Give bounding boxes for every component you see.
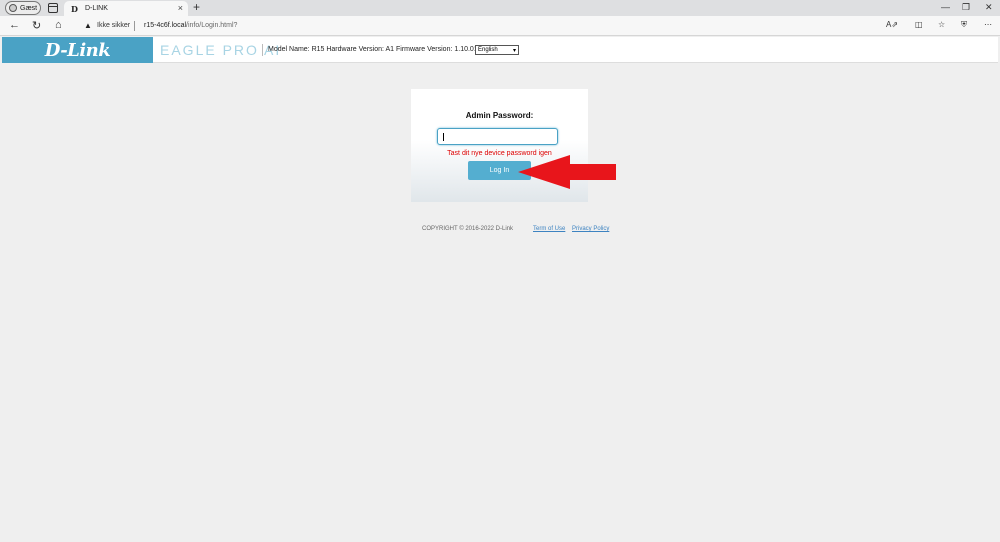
text-cursor [443,133,444,141]
favorites-icon[interactable]: ☆ [938,20,945,29]
guest-profile-button[interactable]: Gæst [5,1,41,15]
dlink-favicon-icon: D [71,3,78,14]
admin-password-label: Admin Password: [465,111,534,120]
new-tab-icon[interactable]: + [193,0,200,14]
password-input[interactable] [437,128,558,145]
language-select[interactable]: English ▾ [475,45,519,55]
copyright-text: COPYRIGHT © 2016-2022 D-Link [422,226,514,232]
url-host: r15-4c6f.local [144,22,187,29]
eagle-pro-ai-logo: EAGLE PRO AI [160,42,282,58]
tab-title: D-LINK [84,5,108,12]
chevron-down-icon: ▾ [512,47,516,54]
address-bar[interactable]: ▲ Ikke sikker r15-4c6f.local/info/Login.… [76,18,916,34]
logo-text: D-Link [44,39,111,61]
more-menu-icon[interactable]: ⋯ [984,20,992,29]
split-screen-icon[interactable]: ◫ [915,20,923,29]
guest-label: Gæst [20,4,38,12]
security-status[interactable]: Ikke sikker [97,22,130,29]
read-aloud-icon[interactable]: A⇗ [886,20,898,29]
shield-icon[interactable]: ⛨ [961,20,967,30]
minimize-icon[interactable]: — [941,2,950,12]
tab-close-icon[interactable]: × [178,3,183,13]
dlink-logo: D-Link [2,37,153,63]
browser-tab-bar: Gæst D D-LINK × + — ❐ ✕ [0,0,1000,16]
address-divider [134,21,135,31]
restore-icon[interactable]: ❐ [962,2,970,13]
dlink-header: D-Link EAGLE PRO AI Model Name: R15 Hard… [2,37,998,63]
tab-actions-icon[interactable] [48,3,58,13]
address-toolbar: ← ↻ ⌂ ▲ Ikke sikker r15-4c6f.local/info/… [0,16,1000,36]
back-icon[interactable]: ← [9,19,20,31]
window-close-icon[interactable]: ✕ [985,2,993,13]
avatar-icon [9,4,17,12]
url-path: /info/Login.html? [186,22,238,29]
privacy-policy-link[interactable]: Privacy Policy [572,226,609,232]
red-arrow-annotation [518,155,616,189]
url-text[interactable]: r15-4c6f.local/info/Login.html? [144,22,237,29]
reload-icon[interactable]: ↻ [32,19,41,32]
home-icon[interactable]: ⌂ [55,19,62,31]
warning-icon[interactable]: ▲ [84,21,92,30]
model-info: Model Name: R15 Hardware Version: A1 Fir… [268,46,478,53]
language-selected: English [478,47,498,53]
browser-tab[interactable]: D D-LINK × [64,1,188,16]
header-divider [262,44,263,56]
terms-of-use-link[interactable]: Term of Use [533,226,565,232]
